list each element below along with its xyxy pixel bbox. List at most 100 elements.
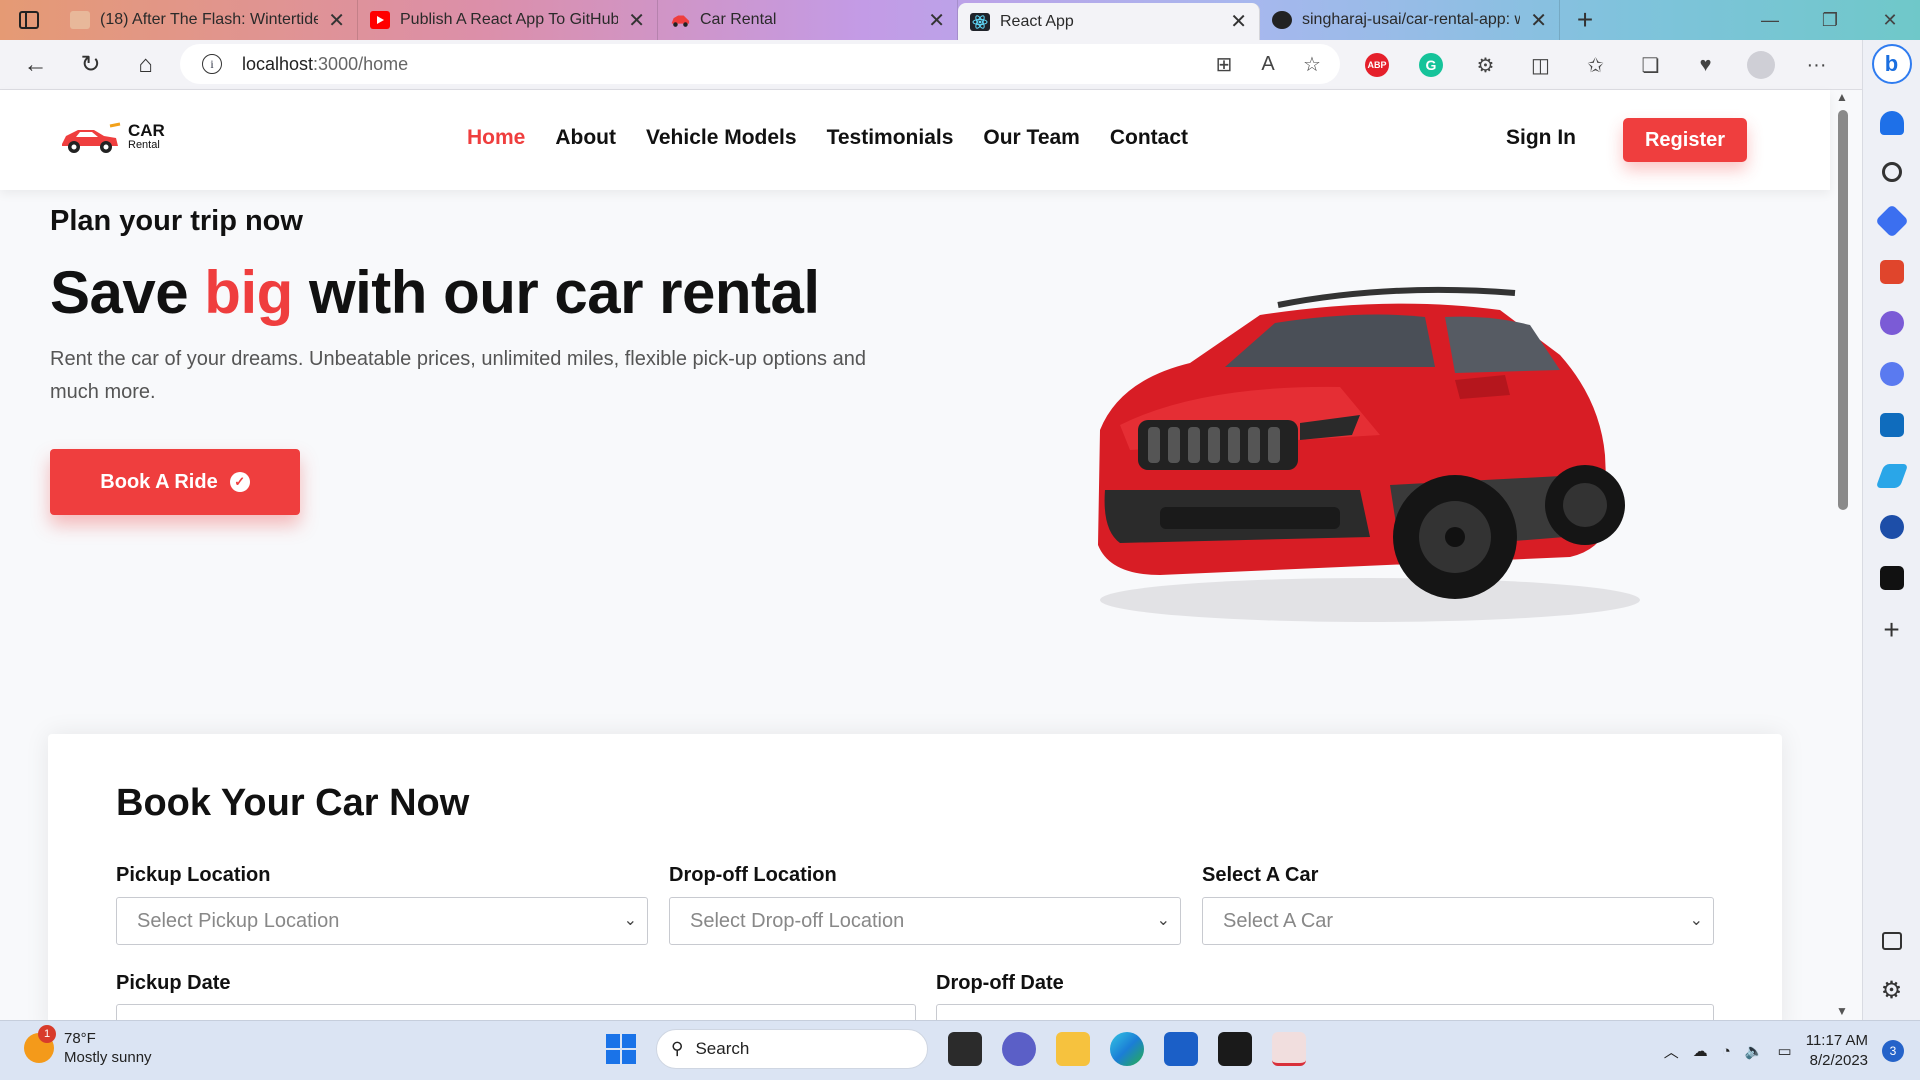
tab-actions-button[interactable] <box>0 0 58 40</box>
close-window-icon[interactable]: ✕ <box>1860 0 1920 40</box>
close-icon[interactable]: ✕ <box>928 8 945 33</box>
task-view-icon[interactable] <box>948 1032 982 1066</box>
outlook-icon[interactable] <box>1879 413 1904 437</box>
notifications-bell-icon[interactable] <box>1879 111 1904 135</box>
close-icon[interactable]: ✕ <box>628 8 645 33</box>
extensions-icon[interactable]: ⚙ <box>1458 53 1513 78</box>
games-icon[interactable] <box>1879 311 1904 335</box>
address-bar[interactable]: i localhost:3000/home ⊞ A ☆ <box>180 44 1340 84</box>
close-icon[interactable]: ✕ <box>1230 9 1247 34</box>
github-icon <box>1272 11 1292 29</box>
home-button[interactable]: ⌂ <box>118 40 173 90</box>
favorite-star-icon[interactable]: ☆ <box>1300 52 1324 77</box>
dropoff-location-select[interactable]: Select Drop-off Location ⌄ <box>669 897 1181 945</box>
sign-in-link[interactable]: Sign In <box>1506 126 1576 150</box>
grammarly-icon[interactable]: G <box>1419 53 1443 77</box>
hero-subtitle: Plan your trip now <box>50 205 303 237</box>
register-button[interactable]: Register <box>1623 118 1747 162</box>
site-header: CAR Rental Home About Vehicle Models Tes… <box>0 90 1830 190</box>
pickup-location-label: Pickup Location <box>116 864 271 886</box>
browser-tab[interactable]: (18) After The Flash: Wintertide - ✕ <box>58 0 358 40</box>
more-menu-icon[interactable]: ··· <box>1789 54 1844 77</box>
dropoff-location-placeholder: Select Drop-off Location <box>690 909 905 932</box>
booking-heading: Book Your Car Now <box>116 782 470 824</box>
logo-car-icon <box>62 122 121 153</box>
x-icon[interactable] <box>1879 566 1904 590</box>
select-car-dropdown[interactable]: Select A Car ⌄ <box>1202 897 1714 945</box>
weather-widget[interactable]: 1 78°F Mostly sunny <box>24 1025 152 1067</box>
back-button[interactable]: ← <box>8 40 63 90</box>
show-hidden-icons-icon[interactable]: ︿ <box>1664 1041 1679 1062</box>
site-logo[interactable]: CAR Rental <box>58 120 165 156</box>
onedrive-icon[interactable]: ☁ <box>1693 1042 1708 1060</box>
nav-about[interactable]: About <box>555 126 616 150</box>
browser-tab[interactable]: singharaj-usai/car-rental-app: wi ✕ <box>1260 0 1560 40</box>
favorites-icon[interactable]: ✩ <box>1568 53 1623 78</box>
split-screen-icon[interactable]: ◫ <box>1513 53 1568 78</box>
chevron-down-icon: ⌄ <box>1689 912 1703 929</box>
tab-title: (18) After The Flash: Wintertide - <box>100 11 319 28</box>
hide-sidebar-icon[interactable] <box>1881 932 1902 950</box>
react-icon <box>970 12 990 31</box>
minimize-icon[interactable]: — <box>1740 0 1800 40</box>
taskbar-search-label: Search <box>695 1039 750 1058</box>
microsoft-365-icon[interactable] <box>1879 362 1904 386</box>
adblock-icon[interactable]: ABP <box>1365 53 1389 77</box>
wifi-icon[interactable]: ◔ <box>1722 1043 1731 1060</box>
microsoft-store-icon[interactable] <box>1164 1032 1198 1066</box>
send-icon[interactable] <box>1875 464 1908 488</box>
url-text[interactable]: localhost:3000/home <box>242 54 408 75</box>
browser-tab[interactable]: Publish A React App To GitHub P ✕ <box>358 0 658 40</box>
sidebar-settings-icon[interactable]: ⚙ <box>1881 976 1903 1005</box>
add-sidebar-app-icon[interactable]: + <box>1883 614 1899 646</box>
pickup-location-select[interactable]: Select Pickup Location ⌄ <box>116 897 648 945</box>
info-icon[interactable] <box>1879 515 1904 539</box>
scroll-down-arrow-icon[interactable]: ▼ <box>1836 1004 1848 1018</box>
clock[interactable]: 11:17 AM 8/2/2023 <box>1806 1031 1868 1071</box>
nav-vehicle-models[interactable]: Vehicle Models <box>646 126 797 150</box>
page-scrollbar[interactable]: ▲ ▼ <box>1830 90 1862 1020</box>
tools-briefcase-icon[interactable] <box>1879 260 1904 284</box>
webstorm-icon[interactable] <box>1218 1032 1252 1066</box>
tab-actions-icon <box>19 11 39 29</box>
scroll-thumb[interactable] <box>1838 110 1848 510</box>
edge-browser-icon[interactable] <box>1110 1032 1144 1066</box>
booking-card: Book Your Car Now Pickup Location Select… <box>48 734 1782 1044</box>
book-a-ride-button[interactable]: Book A Ride ✓ <box>50 449 300 515</box>
performance-icon[interactable]: ♥ <box>1678 54 1733 77</box>
profile-avatar[interactable] <box>1747 51 1775 79</box>
chevron-down-icon: ⌄ <box>623 912 637 929</box>
new-tab-button[interactable]: + <box>1560 0 1610 40</box>
teams-chat-icon[interactable] <box>1002 1032 1036 1066</box>
app-available-icon[interactable]: ⊞ <box>1212 52 1236 77</box>
browser-tab-active[interactable]: React App ✕ <box>958 3 1260 40</box>
file-explorer-icon[interactable] <box>1056 1032 1090 1066</box>
reload-button[interactable]: ↻ <box>63 40 118 90</box>
bing-copilot-icon[interactable]: b <box>1871 44 1912 84</box>
nav-home[interactable]: Home <box>467 126 525 150</box>
collections-icon[interactable]: ❏ <box>1623 53 1678 78</box>
nav-testimonials[interactable]: Testimonials <box>827 126 954 150</box>
scroll-up-arrow-icon[interactable]: ▲ <box>1836 90 1848 104</box>
maximize-icon[interactable]: ❐ <box>1800 0 1860 40</box>
volume-icon[interactable]: 🔈 <box>1745 1042 1764 1060</box>
notification-count-badge[interactable]: 3 <box>1882 1040 1904 1062</box>
clock-date: 8/2/2023 <box>1809 1052 1868 1069</box>
windows-start-icon[interactable] <box>606 1034 636 1064</box>
close-icon[interactable]: ✕ <box>1530 8 1547 33</box>
snipping-tool-icon[interactable] <box>1272 1032 1306 1066</box>
search-icon[interactable] <box>1881 162 1902 182</box>
select-car-label: Select A Car <box>1202 864 1319 886</box>
shopping-tag-icon[interactable] <box>1874 204 1909 238</box>
browser-tab[interactable]: Car Rental ✕ <box>658 0 958 40</box>
site-info-icon[interactable]: i <box>202 54 222 74</box>
nav-our-team[interactable]: Our Team <box>983 126 1079 150</box>
taskbar-search[interactable]: ⚲ Search <box>656 1029 928 1069</box>
close-icon[interactable]: ✕ <box>328 8 345 33</box>
battery-icon[interactable]: ▭ <box>1778 1042 1792 1060</box>
tab-title: React App <box>1000 12 1074 30</box>
read-aloud-icon[interactable]: A <box>1256 53 1280 76</box>
nav-contact[interactable]: Contact <box>1110 126 1188 150</box>
taskbar-apps: ⚲ Search <box>606 1029 1306 1069</box>
logo-text: CAR Rental <box>128 122 165 152</box>
